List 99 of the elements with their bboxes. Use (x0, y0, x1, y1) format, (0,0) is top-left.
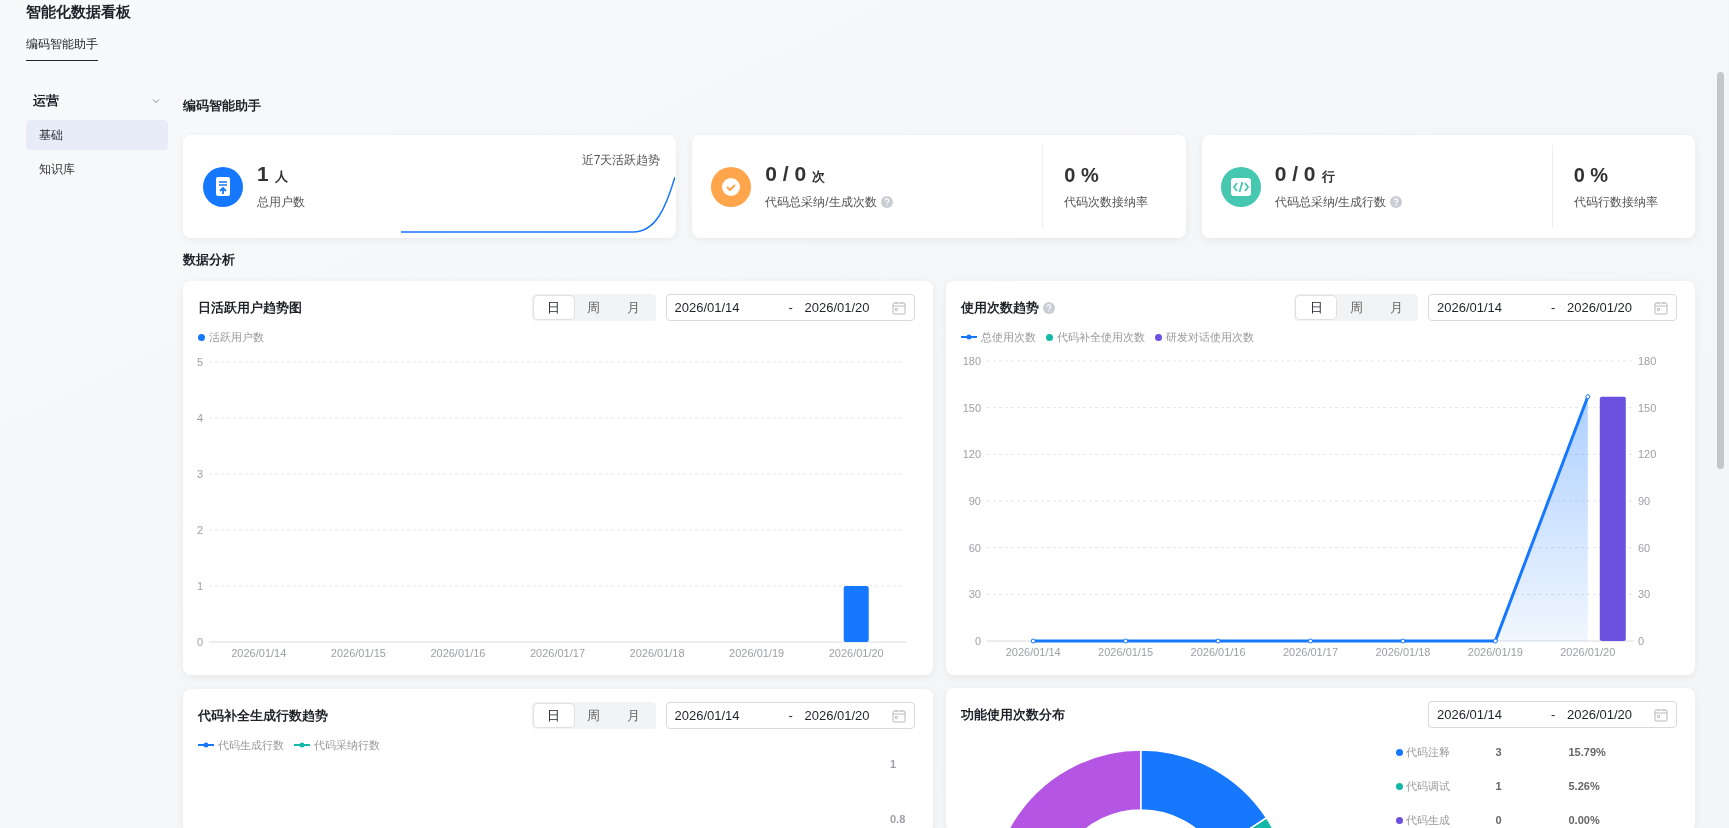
segment-tab[interactable]: 日 (1296, 296, 1336, 319)
x-axis-label: 2026/01/17 (1282, 646, 1338, 658)
y-axis-label: 4 (196, 412, 203, 424)
segment-tab[interactable]: 周 (1336, 296, 1376, 319)
legend-label: 代码注释 (1405, 744, 1450, 760)
x-axis-label: 2026/01/18 (1374, 646, 1430, 658)
tab[interactable]: 编码智能助手 (26, 36, 98, 61)
x-axis-label: 2026/01/14 (231, 647, 287, 659)
section-title: 编码智能助手 (183, 97, 262, 115)
sidebar-item[interactable]: 知识库 (26, 154, 168, 184)
y-axis-label: 0 (1637, 635, 1644, 647)
x-axis-label: 2026/01/17 (529, 647, 586, 659)
segment-tab[interactable]: 日 (533, 296, 574, 319)
y-axis-label: 90 (1637, 495, 1650, 507)
segment-tab[interactable]: 月 (613, 704, 654, 727)
legend-label: 代码调试 (1405, 778, 1450, 794)
y-axis-label: 120 (962, 448, 981, 461)
y-axis-label: 90 (968, 495, 981, 507)
y-axis-label: 3 (196, 468, 203, 480)
group-label: 运营 (33, 92, 59, 111)
count-value: 0 (1495, 812, 1503, 828)
y-axis-label: 150 (962, 401, 981, 414)
trend-label: 近7天活跃趋势 (581, 152, 661, 169)
panel-title: 使用次数趋势 (960, 298, 1039, 317)
panel-title: 代码补全生成行数趋势 (198, 706, 328, 725)
calendar-icon[interactable] (891, 300, 906, 315)
y-axis-label: 0 (974, 635, 981, 647)
axis-label: 0.8 (890, 812, 907, 827)
segment-tab[interactable]: 周 (573, 704, 614, 727)
date-range-field[interactable]: 2026/01/14 - 2026/01/20 (665, 702, 915, 729)
segment-tab[interactable]: 月 (1376, 296, 1416, 319)
x-axis-label: 2026/01/19 (1467, 646, 1523, 658)
legend-item[interactable]: 代码采纳行数 (294, 736, 380, 754)
rate-value: 0 % (1573, 162, 1610, 187)
sidebar-item[interactable]: 基础 (26, 120, 168, 150)
count-value: 3 (1495, 744, 1503, 760)
segment-tab[interactable]: 日 (533, 704, 574, 727)
rate-label: 代码次数接纳率 (1064, 193, 1149, 211)
sidebar-group[interactable]: 运营 (26, 86, 168, 116)
scrollbar-thumb[interactable] (1717, 72, 1724, 469)
x-axis-label: 2026/01/15 (330, 647, 386, 659)
stat-unit: 行 (1321, 168, 1335, 187)
y-axis-label: 5 (196, 356, 203, 368)
legend-item[interactable]: 总使用次数 (960, 328, 1036, 346)
legend-item[interactable]: 代码生成行数 (198, 736, 284, 754)
x-axis-label: 2026/01/16 (430, 647, 486, 659)
rate-label: 代码行数接纳率 (1573, 193, 1658, 211)
date-range-field[interactable]: 2026/01/14 - 2026/01/20 (1428, 701, 1677, 728)
percent-value: 15.79% (1568, 744, 1606, 760)
help-icon[interactable] (1390, 195, 1402, 208)
segment-tab[interactable]: 月 (613, 296, 654, 319)
stat-unit: 次 (812, 168, 826, 187)
y-axis-label: 60 (968, 541, 981, 554)
x-axis-label: 2026/01/16 (1190, 646, 1246, 658)
y-axis-label: 180 (1637, 355, 1656, 367)
rate-value: 0 % (1064, 162, 1100, 187)
legend-item[interactable]: 研发对话使用次数 (1154, 328, 1254, 346)
segment-tab[interactable]: 周 (573, 296, 614, 319)
y-axis-label: 150 (1637, 401, 1656, 414)
calendar-icon[interactable] (891, 708, 906, 723)
help-icon[interactable] (880, 195, 893, 208)
axis-label: 1 (890, 757, 898, 772)
x-axis-label: 2026/01/20 (1559, 646, 1615, 658)
y-axis-label: 30 (968, 588, 981, 601)
x-axis-label: 2026/01/15 (1097, 646, 1153, 658)
stat-label: 总用户数 (257, 193, 305, 211)
stat-label: 代码总采纳/生成次数 (765, 193, 877, 211)
y-axis-label: 120 (1637, 448, 1656, 461)
legend-label: 代码生成 (1405, 812, 1450, 828)
help-icon[interactable] (1042, 301, 1055, 314)
stat-value: 0 / 0 (1274, 162, 1316, 187)
stat-unit: 人 (274, 168, 288, 187)
y-axis-label: 2 (196, 524, 203, 536)
y-axis-label: 60 (1637, 541, 1650, 554)
calendar-icon[interactable] (1654, 707, 1668, 722)
date-range-field[interactable]: 2026/01/14 - 2026/01/20 (1428, 294, 1677, 321)
stat-label: 代码总采纳/生成行数 (1274, 193, 1386, 211)
page-title: 智能化数据看板 (26, 2, 132, 22)
x-axis-label: 2026/01/18 (629, 647, 685, 659)
panel-title: 日活跃用户趋势图 (198, 298, 302, 317)
y-axis-label: 30 (1637, 588, 1650, 601)
y-axis-label: 180 (962, 355, 981, 367)
y-axis-label: 0 (196, 636, 203, 648)
date-range-field[interactable]: 2026/01/14 - 2026/01/20 (665, 294, 915, 321)
count-value: 1 (1495, 778, 1503, 794)
percent-value: 0.00% (1568, 812, 1600, 828)
bar (843, 586, 869, 642)
stat-value: 0 / 0 (765, 162, 807, 187)
x-axis-label: 2026/01/19 (729, 647, 785, 659)
legend-item[interactable]: 活跃用户数 (198, 328, 264, 346)
stat-value: 1 (257, 162, 269, 187)
percent-value: 5.26% (1568, 778, 1600, 794)
legend-item[interactable]: 代码补全使用次数 (1045, 328, 1145, 346)
x-axis-label: 2026/01/14 (1005, 646, 1061, 658)
x-axis-label: 2026/01/20 (828, 647, 884, 659)
y-axis-label: 1 (196, 580, 203, 592)
calendar-icon[interactable] (1654, 300, 1668, 315)
section-title: 数据分析 (183, 251, 236, 269)
panel-title: 功能使用次数分布 (960, 705, 1065, 724)
